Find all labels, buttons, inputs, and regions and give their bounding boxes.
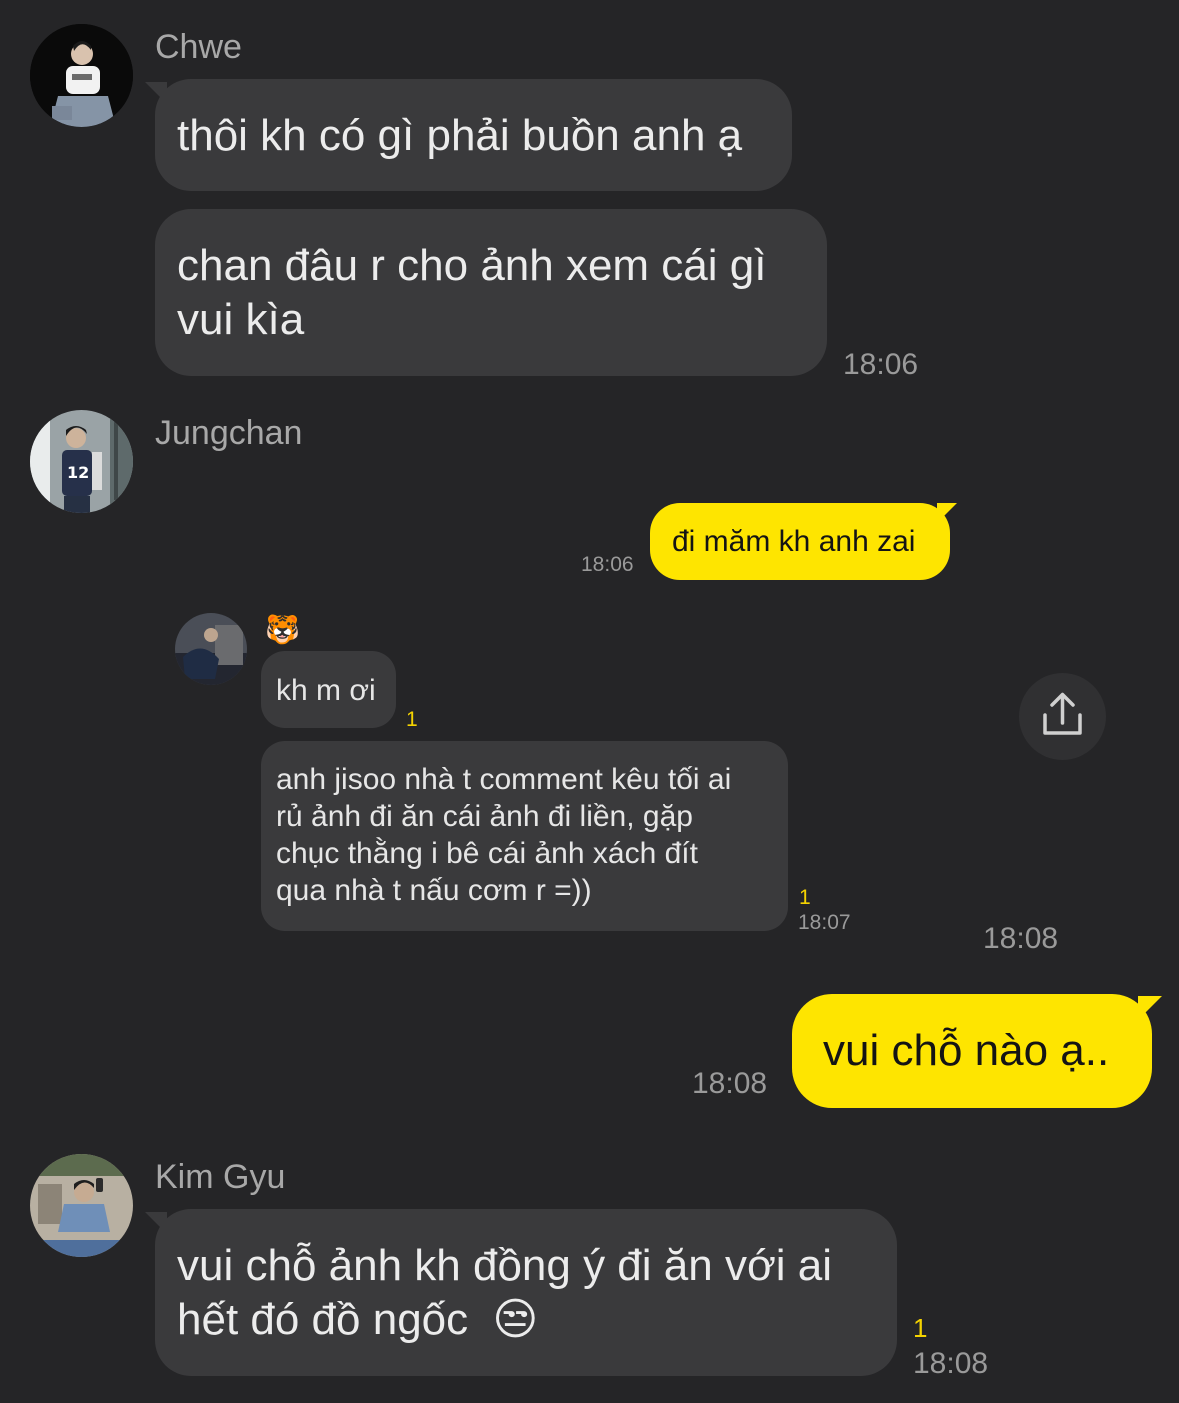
inner-message-bubble: kh m ơi [261,651,396,728]
unread-count: 1 [406,708,418,731]
message-bubble[interactable]: vui chỗ ảnh kh đồng ý đi ăn với ai hết đ… [155,1209,897,1376]
sender-name: Kim Gyu [155,1158,286,1196]
avatar-image [30,24,133,127]
message-text-line: qua nhà t nấu cơm r =)) [276,874,592,907]
message-text-line: vui kìa [177,295,305,344]
avatar-image [175,613,247,685]
avatar-image [30,1154,133,1257]
inner-message-bubble: anh jisoo nhà t comment kêu tối ai rủ ản… [261,741,788,931]
message-text: thôi kh có gì phải buồn anh ạ [177,111,743,160]
message-text-line: chục thằng i bê cái ảnh xách đít [276,837,698,870]
message-text: hết đó đồ ngốc [177,1295,469,1344]
avatar-inner-sender [175,613,247,685]
bubble-tail [937,503,957,523]
svg-text:12: 12 [67,463,89,482]
shared-reply-bubble[interactable]: đi măm kh anh zai [650,503,950,580]
message-text: đi măm kh anh zai [672,525,916,558]
message-time: 18:08 [692,1067,768,1100]
message-bubble[interactable]: chan đâu r cho ảnh xem cái gì vui kìa [155,209,827,376]
sender-name: Chwe [155,28,242,66]
unamused-face-emoji: 😒 [492,1295,539,1344]
share-icon [1043,692,1082,735]
message-text: kh m ơi [276,674,376,707]
avatar-image: 12 [30,410,133,513]
my-message-bubble[interactable]: vui chỗ nào ạ.. [792,994,1152,1108]
message-text-line: vui chỗ ảnh kh đồng ý đi ăn với ai [177,1241,833,1290]
message-bubble[interactable]: thôi kh có gì phải buồn anh ạ [155,79,792,191]
message-time: 18:08 [913,1347,989,1380]
message-time: 18:06 [843,348,919,381]
message-time: 18:06 [581,553,634,576]
sender-name: Jungchan [155,414,303,452]
bubble-tail [1138,996,1162,1020]
avatar-chwe[interactable] [30,24,133,127]
inner-sender-emoji: 🐯 [265,614,300,645]
message-time: 18:08 [983,922,1059,955]
unread-count: 1 [799,886,811,909]
share-button[interactable] [1019,673,1106,760]
message-time: 18:07 [798,911,851,934]
message-text-line: hết đó đồ ngốc 😒 [177,1293,875,1347]
message-text-line: anh jisoo nhà t comment kêu tối ai [276,763,732,796]
unread-count: 1 [913,1313,928,1343]
message-text-line: chan đâu r cho ảnh xem cái gì [177,241,767,290]
message-text-line: rủ ảnh đi ăn cái ảnh đi liền, gặp [276,800,693,833]
avatar-kimgyu[interactable] [30,1154,133,1257]
avatar-jungchan[interactable]: 12 [30,410,133,513]
message-text: vui chỗ nào ạ.. [823,1026,1110,1075]
